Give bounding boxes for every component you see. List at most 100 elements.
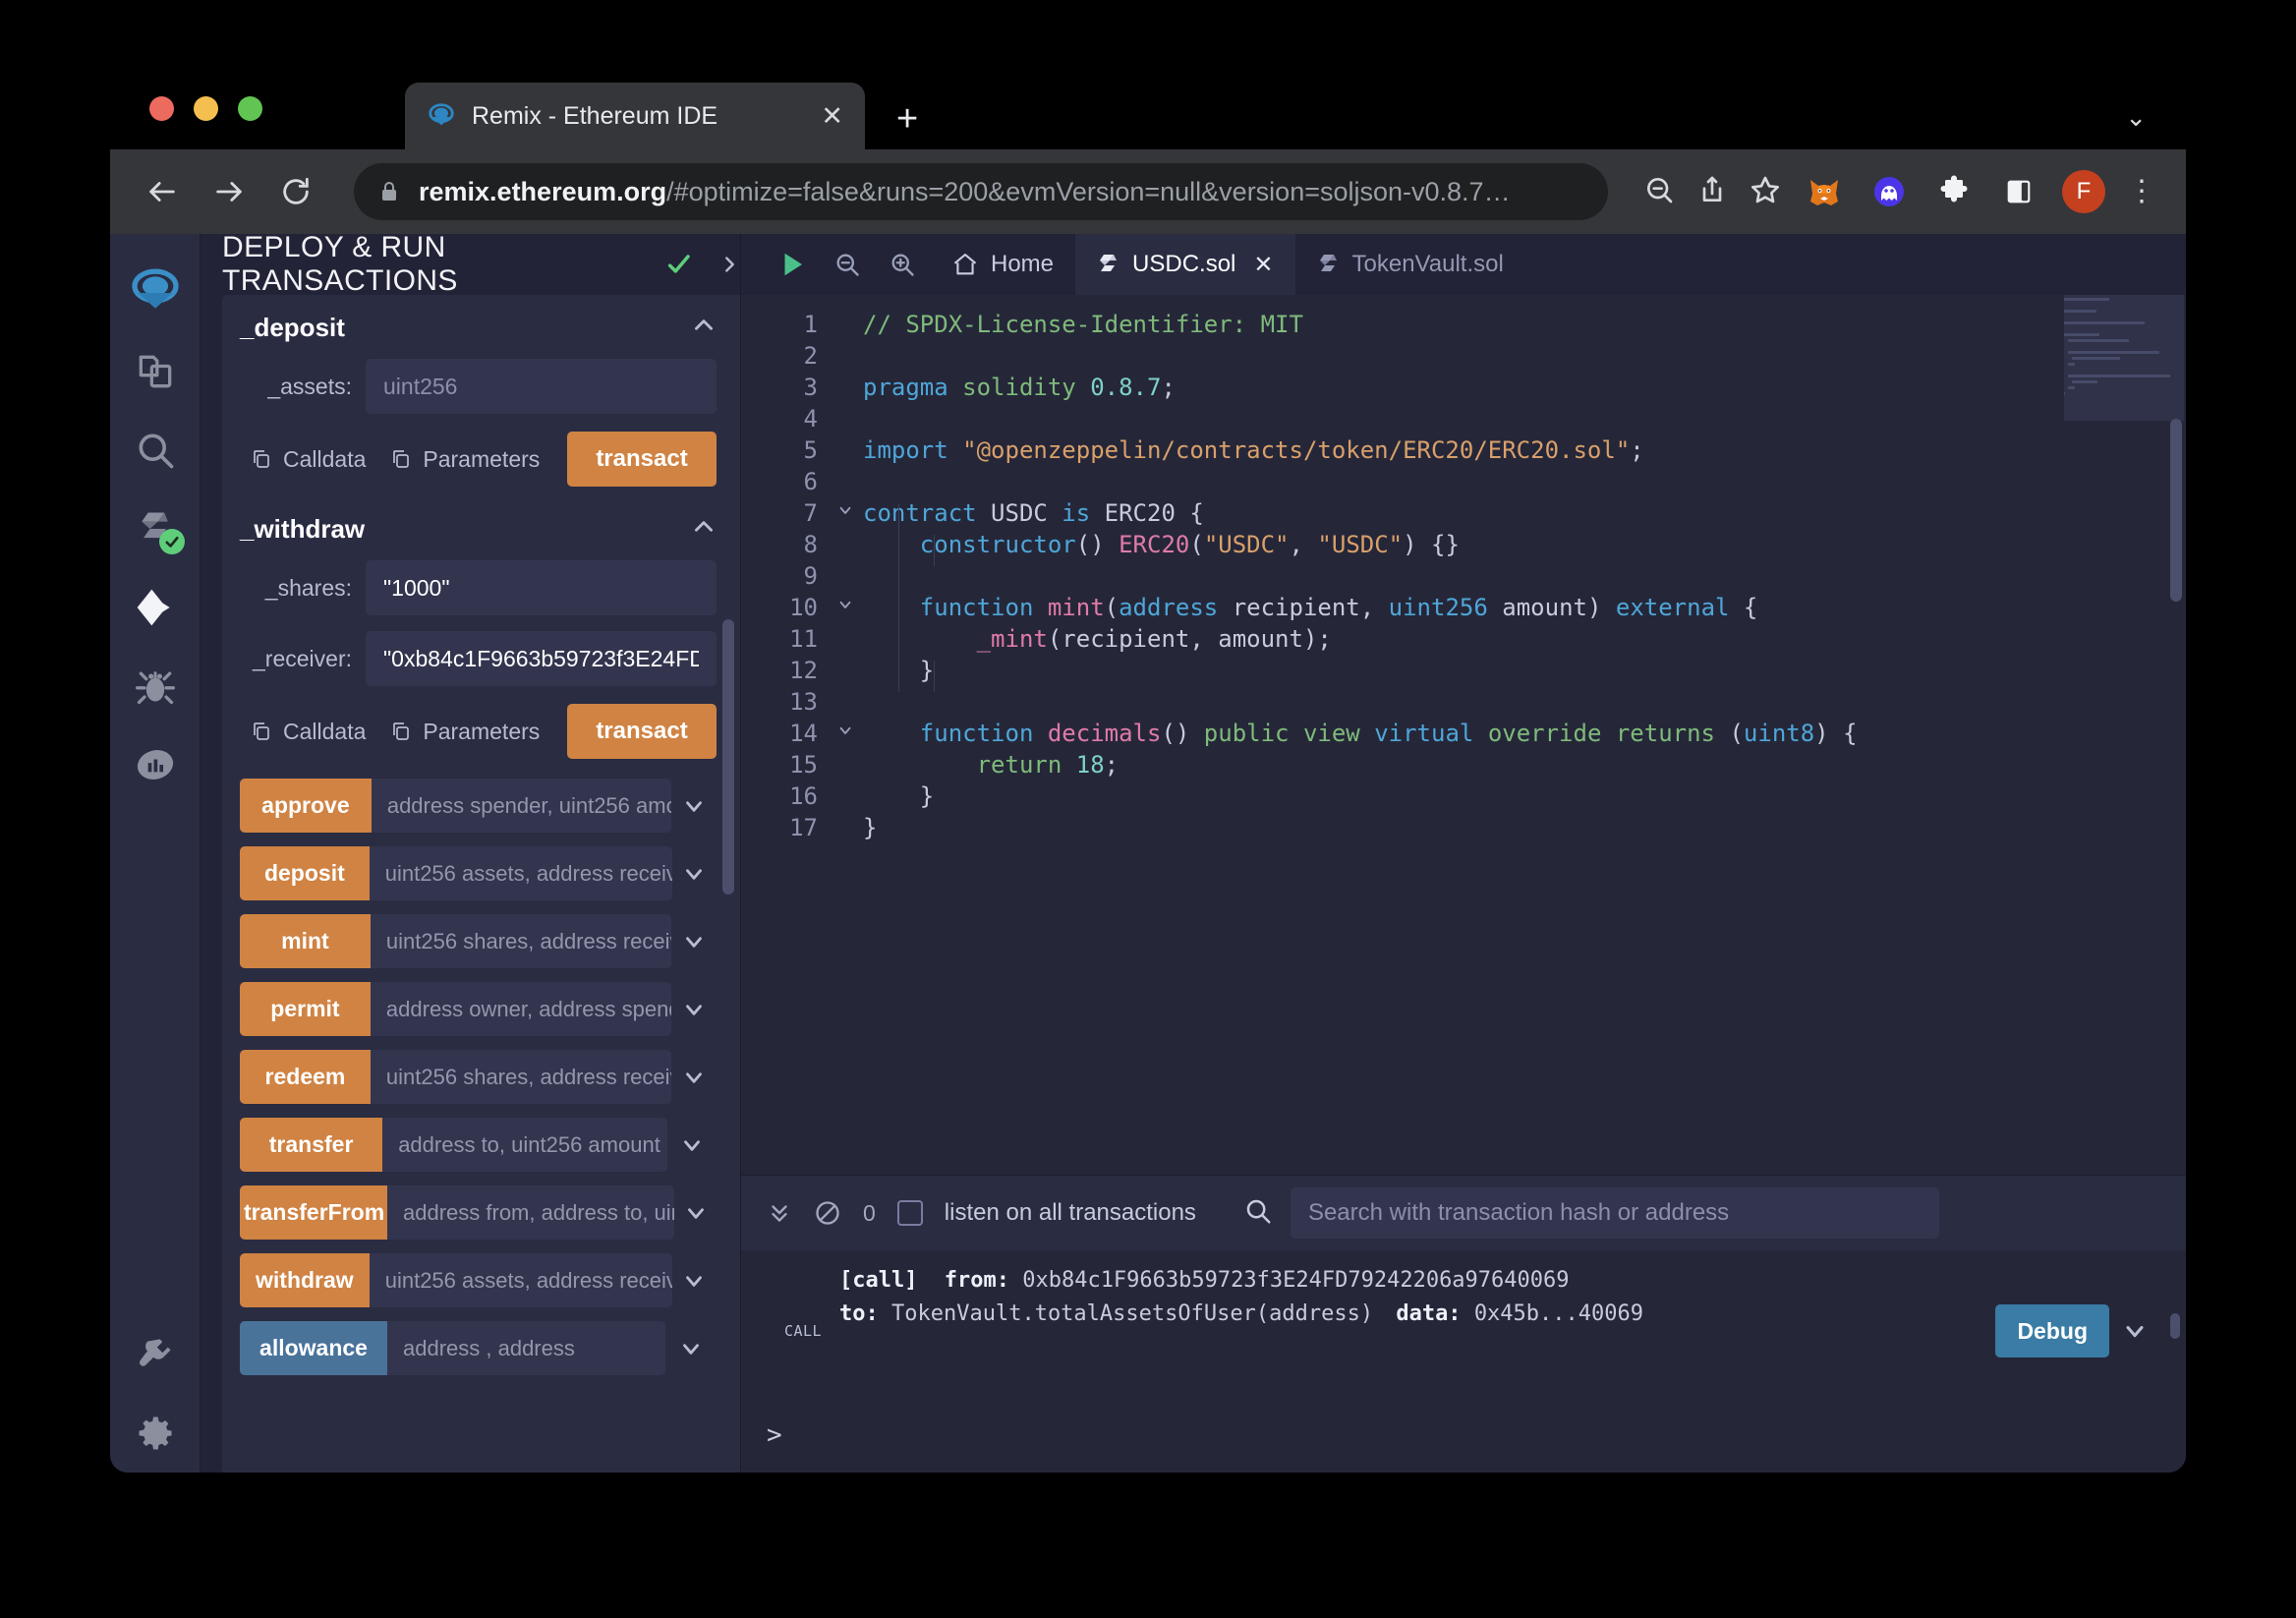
tab-home[interactable]: Home	[930, 234, 1075, 295]
fold-gutter[interactable]	[828, 295, 863, 1175]
terminal-prompt[interactable]: >	[741, 1398, 2186, 1473]
sidebar-item-solidity-compiler[interactable]	[110, 490, 201, 568]
code-content[interactable]: // SPDX-License-Identifier: MIT pragma s…	[863, 295, 2186, 1175]
function-args-input[interactable]: address spender, uint256 amou	[371, 779, 671, 833]
chevron-down-icon[interactable]	[667, 1118, 717, 1172]
profile-avatar[interactable]: F	[2062, 170, 2105, 213]
sidebar-item-debugger[interactable]	[110, 647, 201, 725]
code-editor[interactable]: 1 2 3 4 5 6 7 8 9 10 11 12 13 14 15 16 17 // SPDX-Licens…	[741, 295, 2186, 1175]
sidebar-item-search[interactable]	[110, 411, 201, 490]
new-tab-button[interactable]: +	[896, 100, 918, 138]
back-icon[interactable]	[140, 169, 185, 214]
withdraw-transact-button[interactable]: transact	[567, 704, 717, 759]
chevron-down-icon[interactable]	[674, 1185, 717, 1240]
receiver-input[interactable]	[366, 631, 717, 686]
maximize-window-button[interactable]	[238, 96, 262, 121]
chevron-down-icon[interactable]	[671, 779, 717, 833]
chevron-double-down-icon[interactable]	[767, 1200, 792, 1226]
copy-parameters-button[interactable]: Parameters	[389, 719, 540, 745]
chevron-down-icon[interactable]	[671, 1050, 717, 1104]
fold-toggle-icon[interactable]	[828, 592, 863, 623]
browser-menu-icon[interactable]: ⋮	[2127, 177, 2156, 206]
function-button-permit[interactable]: permit	[240, 982, 371, 1036]
table-row[interactable]: [call] from: 0xb84c1F9663b59723f3E24FD79…	[839, 1264, 1995, 1398]
chevron-down-icon[interactable]	[665, 1321, 717, 1375]
sidebar-item-settings[interactable]	[110, 1394, 201, 1473]
editor-scrollbar[interactable]	[2170, 419, 2182, 602]
close-icon[interactable]: ✕	[1253, 251, 1273, 279]
function-args-input[interactable]: address to, uint256 amount	[382, 1118, 667, 1172]
copy-calldata-button[interactable]: Calldata	[250, 446, 366, 473]
transaction-search-input[interactable]	[1290, 1187, 1939, 1239]
chevron-down-icon[interactable]	[672, 846, 717, 900]
debug-button[interactable]: Debug	[1995, 1304, 2109, 1358]
close-window-button[interactable]	[149, 96, 174, 121]
sidebar-item-analysis[interactable]	[110, 725, 201, 804]
forward-icon[interactable]	[206, 169, 252, 214]
sidebar-item-deploy-run[interactable]	[110, 568, 201, 647]
function-button-deposit[interactable]: deposit	[240, 846, 370, 900]
sidebar-item-remix-home[interactable]	[110, 254, 201, 332]
browser-window: Remix - Ethereum IDE ✕ + ⌄ remix.ethereu…	[110, 67, 2186, 1473]
function-button-withdraw[interactable]: withdraw	[240, 1253, 370, 1307]
zoom-in-icon[interactable]	[875, 237, 930, 292]
fold-toggle-icon[interactable]	[828, 497, 863, 529]
fold-toggle-icon[interactable]	[828, 718, 863, 749]
function-button-allowance[interactable]: allowance	[240, 1321, 387, 1375]
zoom-out-icon[interactable]	[820, 237, 875, 292]
function-args-input[interactable]: address from, address to, uint25	[387, 1185, 675, 1240]
chevron-up-icon[interactable]	[691, 514, 717, 545]
function-button-mint[interactable]: mint	[240, 914, 371, 968]
function-button-approve[interactable]: approve	[240, 779, 372, 833]
function-args-input[interactable]: uint256 assets, address receiver	[369, 846, 672, 900]
field-row: _assets:	[240, 359, 717, 414]
listen-all-transactions-checkbox[interactable]	[896, 1200, 923, 1226]
tab-usdc-sol[interactable]: USDC.sol ✕	[1075, 234, 1295, 295]
function-args-input[interactable]: address owner, address spende	[370, 982, 672, 1036]
code-line: contract USDC is ERC20 {	[863, 499, 1204, 527]
sidebar-toggle-icon[interactable]	[1997, 170, 2040, 213]
zoom-out-icon[interactable]	[1643, 174, 1675, 210]
chevron-down-icon[interactable]	[2109, 1264, 2160, 1398]
panel-scrollbar[interactable]	[722, 619, 734, 895]
function-button-transferFrom[interactable]: transferFrom	[240, 1185, 387, 1240]
sidebar-item-plugin-manager[interactable]	[110, 1315, 201, 1394]
ghost-extension-icon[interactable]	[1867, 170, 1911, 213]
code-line: return 18;	[976, 751, 1119, 779]
editor-minimap[interactable]	[2064, 295, 2184, 1175]
browser-tab[interactable]: Remix - Ethereum IDE ✕	[405, 83, 865, 149]
chevron-down-icon[interactable]	[672, 1253, 717, 1307]
chevron-down-icon[interactable]	[671, 914, 717, 968]
function-args-input[interactable]: uint256 shares, address receive	[370, 1050, 672, 1104]
function-args-input[interactable]: uint256 shares, address receive	[370, 914, 672, 968]
copy-parameters-button[interactable]: Parameters	[389, 446, 540, 473]
share-icon[interactable]	[1696, 174, 1728, 210]
chevron-up-icon[interactable]	[691, 313, 717, 343]
deposit-transact-button[interactable]: transact	[567, 432, 717, 487]
close-icon[interactable]: ✕	[821, 102, 843, 130]
tab-tokenvault-sol[interactable]: TokenVault.sol	[1295, 234, 1525, 295]
sidebar-item-file-explorer[interactable]	[110, 332, 201, 411]
reload-icon[interactable]	[273, 169, 318, 214]
chevron-right-icon[interactable]	[718, 253, 740, 276]
function-button-redeem[interactable]: redeem	[240, 1050, 371, 1104]
run-script-icon[interactable]	[765, 237, 820, 292]
metamask-extension-icon[interactable]	[1803, 170, 1846, 213]
extensions-puzzle-icon[interactable]	[1932, 170, 1976, 213]
function-button-transfer[interactable]: transfer	[240, 1118, 383, 1172]
function-args-input[interactable]: address , address	[387, 1321, 665, 1375]
chevron-down-icon[interactable]: ⌄	[2125, 102, 2147, 133]
assets-input[interactable]	[366, 359, 717, 414]
copy-calldata-button[interactable]: Calldata	[250, 719, 366, 745]
minimize-window-button[interactable]	[194, 96, 218, 121]
terminal-scrollbar[interactable]	[2170, 1313, 2180, 1339]
clear-console-icon[interactable]	[814, 1199, 841, 1227]
chevron-down-icon[interactable]	[671, 982, 717, 1036]
shares-input[interactable]	[366, 560, 717, 615]
log-to-value: TokenVault.totalAssetsOfUser(address)	[891, 1301, 1374, 1326]
window-traffic-lights	[149, 96, 262, 121]
address-bar[interactable]: remix.ethereum.org/#optimize=false&runs=…	[354, 163, 1608, 220]
function-args-input[interactable]: uint256 assets, address receiver	[369, 1253, 672, 1307]
bookmark-star-icon[interactable]	[1750, 174, 1781, 210]
